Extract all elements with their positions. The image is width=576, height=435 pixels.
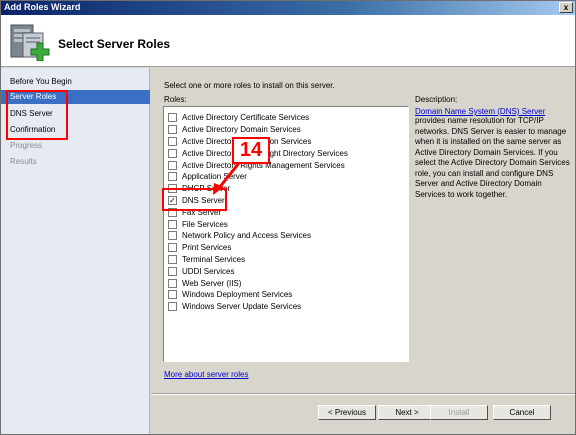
checkbox[interactable] <box>168 172 177 181</box>
server-roles-icon <box>10 24 50 61</box>
next-button[interactable]: Next > <box>378 405 436 420</box>
window-title: Add Roles Wizard <box>4 2 81 12</box>
close-button[interactable]: x <box>559 2 573 13</box>
dns-server-highlight-box <box>162 188 227 211</box>
nav-highlight-box <box>6 90 68 140</box>
checkbox[interactable] <box>168 255 177 264</box>
nav-item-before-you-begin[interactable]: Before You Begin <box>1 75 150 89</box>
cancel-button[interactable]: Cancel <box>493 405 551 420</box>
checkbox[interactable] <box>168 125 177 134</box>
button-separator <box>151 393 575 395</box>
wizard-header: Select Server Roles <box>1 15 575 67</box>
checkbox[interactable] <box>168 290 177 299</box>
checkbox[interactable] <box>168 220 177 229</box>
title-bar: Add Roles Wizard x <box>1 1 575 15</box>
add-roles-wizard-window: Add Roles Wizard x Select Server Roles B… <box>0 0 576 435</box>
checkbox[interactable] <box>168 113 177 122</box>
nav-item-results: Results <box>10 157 37 166</box>
step-number-callout: 14 <box>232 137 270 164</box>
roles-label: Roles: <box>164 95 187 104</box>
description-label: Description: <box>415 95 458 104</box>
previous-button[interactable]: < Previous <box>318 405 376 420</box>
roles-list[interactable]: Active Directory Certificate Services Ac… <box>163 106 409 362</box>
checkbox[interactable] <box>168 279 177 288</box>
checkbox[interactable] <box>168 267 177 276</box>
nav-item-progress: Progress <box>10 141 43 150</box>
checkbox[interactable] <box>168 231 177 240</box>
instruction-text: Select one or more roles to install on t… <box>164 81 335 90</box>
install-button: Install <box>430 405 488 420</box>
dns-description-link[interactable]: Domain Name System (DNS) Server <box>415 107 545 116</box>
main-panel: Select one or more roles to install on t… <box>151 68 575 434</box>
checkbox[interactable] <box>168 243 177 252</box>
description-text: provides name resolution for TCP/IP netw… <box>415 116 570 199</box>
checkbox[interactable] <box>168 137 177 146</box>
checkbox[interactable] <box>168 161 177 170</box>
checkbox[interactable] <box>168 302 177 311</box>
page-title: Select Server Roles <box>58 37 171 51</box>
checkbox[interactable] <box>168 149 177 158</box>
more-about-server-roles-link[interactable]: More about server roles <box>164 370 248 379</box>
